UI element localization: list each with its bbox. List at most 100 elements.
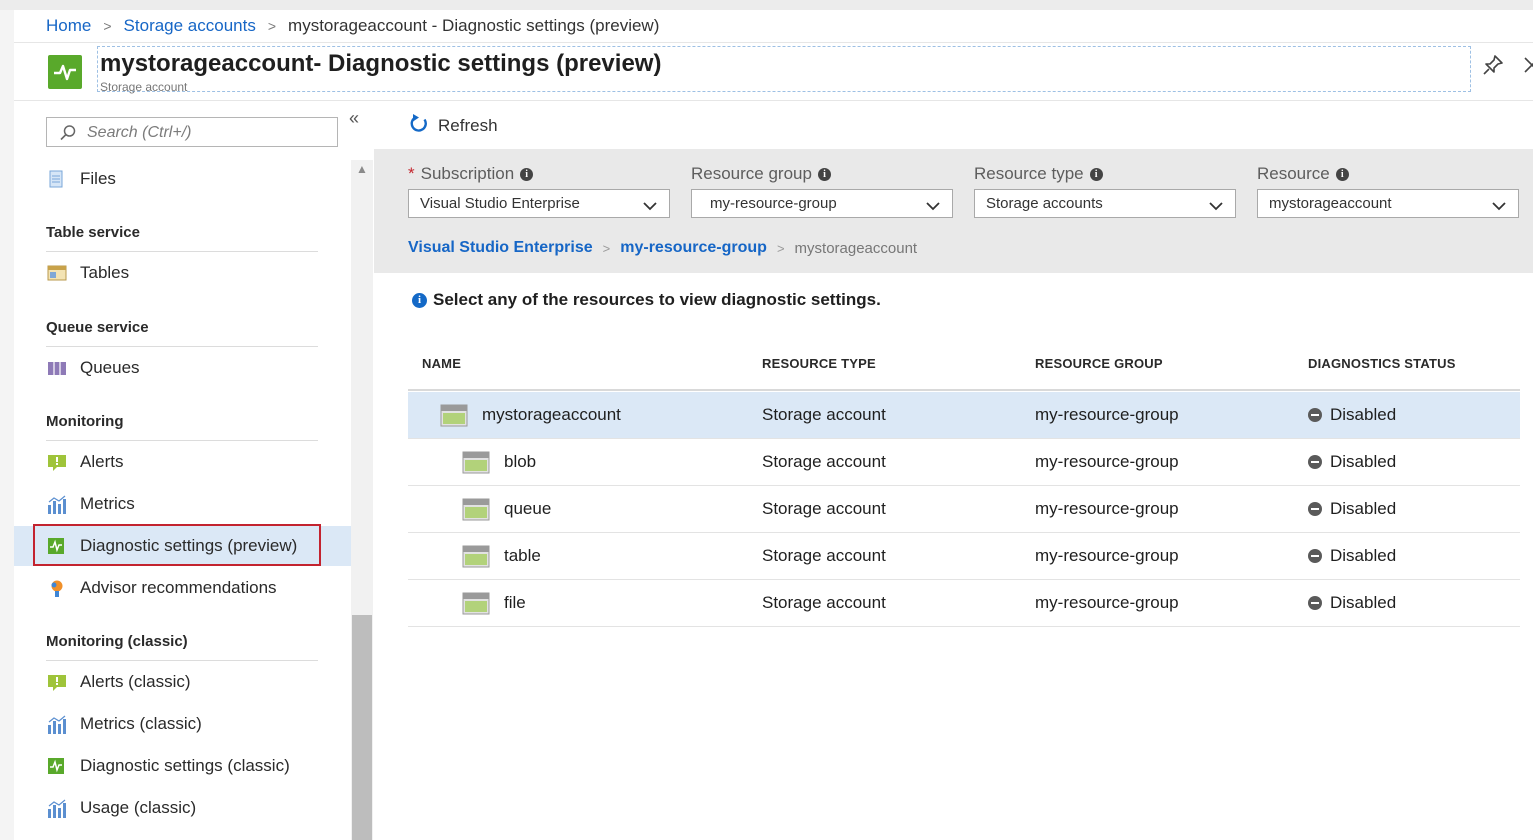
sidebar-item-label: Advisor recommendations [80, 578, 277, 597]
subscription-label-text: Subscription [420, 164, 515, 183]
row-name: queue [504, 499, 552, 518]
table-row[interactable]: file Storage account my-resource-group D… [408, 580, 1520, 627]
row-resource-type: Storage account [762, 452, 886, 471]
breadcrumb-separator-icon: > [602, 240, 611, 256]
collapse-sidebar-icon[interactable]: « [349, 108, 359, 129]
table-row[interactable]: blob Storage account my-resource-group D… [408, 439, 1520, 486]
table-row[interactable]: table Storage account my-resource-group … [408, 533, 1520, 580]
resource-breadcrumb: Visual Studio Enterprise > my-resource-g… [408, 236, 917, 260]
pin-icon[interactable] [1480, 52, 1506, 78]
resource-type-dropdown[interactable]: Storage accounts [974, 189, 1236, 218]
sidebar-item-queues[interactable]: Queues [14, 348, 351, 388]
breadcrumb-separator-icon: > [267, 18, 277, 34]
sidebar-item-alerts[interactable]: Alerts [14, 442, 351, 482]
disabled-status-icon [1308, 502, 1322, 516]
resource-label: Resource i [1257, 164, 1349, 184]
info-icon[interactable]: i [1335, 167, 1349, 181]
resource-type-label-text: Resource type [974, 164, 1084, 183]
chevron-down-icon [1492, 198, 1506, 211]
column-header-resource-type[interactable]: RESOURCE TYPE [762, 356, 876, 371]
row-status-text: Disabled [1330, 405, 1397, 424]
refresh-label: Refresh [438, 116, 498, 135]
highlight-box [33, 524, 321, 566]
row-status: Disabled [1308, 405, 1396, 425]
crumb-resource: mystorageaccount [794, 239, 918, 257]
sidebar-item-label: Alerts (classic) [80, 672, 191, 691]
divider [14, 100, 1533, 101]
sidebar-item-metrics[interactable]: Metrics [14, 484, 351, 524]
row-status-text: Disabled [1330, 499, 1397, 518]
sidebar-item-alerts-classic[interactable]: Alerts (classic) [14, 662, 351, 702]
row-status-text: Disabled [1330, 546, 1397, 565]
sidebar-item-label: Alerts [80, 452, 124, 471]
sidebar-item-label: Metrics (classic) [80, 714, 202, 733]
chevron-down-icon [926, 198, 940, 211]
advisor-icon [47, 579, 65, 597]
sidebar-item-label: Metrics [80, 494, 135, 513]
row-name: mystorageaccount [482, 405, 621, 424]
column-header-resource-group[interactable]: RESOURCE GROUP [1035, 356, 1163, 371]
row-resource-group: my-resource-group [1035, 452, 1179, 471]
info-icon[interactable]: i [817, 167, 831, 181]
table-row[interactable]: mystorageaccount Storage account my-reso… [408, 392, 1520, 439]
refresh-button[interactable]: Refresh [408, 113, 498, 139]
row-status: Disabled [1308, 499, 1396, 519]
scroll-up-icon[interactable]: ▲ [351, 162, 373, 182]
sidebar-item-files[interactable]: Files [14, 159, 351, 199]
disabled-status-icon [1308, 408, 1322, 422]
row-resource-type: Storage account [762, 593, 886, 612]
subscription-label: * Subscription i [408, 164, 534, 184]
sidebar-item-tables[interactable]: Tables [14, 253, 351, 293]
metrics-icon [47, 715, 66, 734]
search-icon [59, 124, 77, 142]
storage-service-icon [462, 592, 490, 615]
divider [14, 42, 1533, 43]
search-input[interactable] [85, 118, 334, 148]
storage-service-icon [462, 451, 490, 474]
section-heading-monitoring-classic: Monitoring (classic) [46, 633, 188, 650]
storage-service-icon [462, 545, 490, 568]
subscription-value: Visual Studio Enterprise [420, 195, 580, 212]
column-header-name[interactable]: NAME [422, 356, 461, 371]
row-resource-type: Storage account [762, 546, 886, 565]
row-resource-group: my-resource-group [1035, 593, 1179, 612]
sidebar-item-label: Tables [80, 263, 130, 282]
required-marker: * [408, 164, 415, 183]
files-icon [47, 170, 65, 188]
resource-type-label: Resource type i [974, 164, 1103, 184]
sidebar-item-metrics-classic[interactable]: Metrics (classic) [14, 704, 351, 744]
divider [46, 440, 318, 441]
disabled-status-icon [1308, 455, 1322, 469]
divider [46, 346, 318, 347]
row-name: blob [504, 452, 537, 471]
scrollbar-thumb[interactable] [352, 615, 372, 840]
info-icon[interactable]: i [1089, 167, 1103, 181]
breadcrumb-home-link[interactable]: Home [46, 16, 91, 36]
resource-group-dropdown[interactable]: my-resource-group [691, 189, 953, 218]
column-header-diagnostics-status[interactable]: DIAGNOSTICS STATUS [1308, 356, 1456, 371]
refresh-icon [408, 113, 430, 140]
subscription-dropdown[interactable]: Visual Studio Enterprise [408, 189, 670, 218]
row-name: file [504, 593, 526, 612]
row-status-text: Disabled [1330, 452, 1397, 471]
alerts-icon [47, 453, 66, 471]
chevron-down-icon [1209, 198, 1223, 211]
close-icon[interactable] [1518, 52, 1533, 78]
row-status: Disabled [1308, 546, 1396, 566]
breadcrumb-storage-accounts-link[interactable]: Storage accounts [124, 16, 256, 36]
row-status-text: Disabled [1330, 593, 1397, 612]
sidebar-item-diagnostic-settings-classic[interactable]: Diagnostic settings (classic) [14, 746, 351, 786]
crumb-subscription-link[interactable]: Visual Studio Enterprise [408, 239, 593, 257]
resource-dropdown[interactable]: mystorageaccount [1257, 189, 1519, 218]
crumb-resource-group-link[interactable]: my-resource-group [620, 239, 767, 257]
resource-group-label-text: Resource group [691, 164, 812, 183]
info-icon[interactable]: i [520, 167, 534, 181]
window-left-strip [0, 10, 14, 840]
sidebar-item-advisor-recommendations[interactable]: Advisor recommendations [14, 568, 351, 608]
search-field[interactable] [46, 117, 338, 148]
sidebar-item-usage-classic[interactable]: Usage (classic) [14, 788, 351, 828]
table-row[interactable]: queue Storage account my-resource-group … [408, 486, 1520, 533]
breadcrumb-separator-icon: > [776, 240, 785, 256]
tables-icon [47, 264, 67, 282]
breadcrumb: Home > Storage accounts > mystorageaccou… [46, 14, 659, 38]
